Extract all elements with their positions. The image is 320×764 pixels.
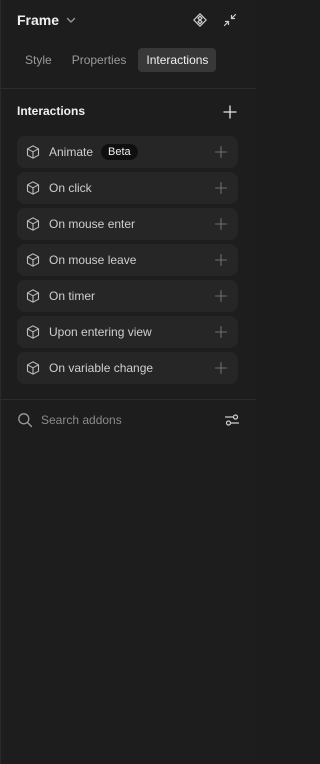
cube-icon [25, 324, 41, 340]
interaction-label: On click [49, 181, 92, 195]
collapse-icon[interactable] [220, 10, 240, 30]
interaction-label: On variable change [49, 361, 154, 375]
cube-icon [25, 180, 41, 196]
beta-badge: Beta [101, 144, 138, 160]
interaction-item-on-mouse-leave[interactable]: On mouse leave [17, 244, 238, 276]
filter-icon[interactable] [224, 412, 240, 428]
interaction-item-on-variable-change[interactable]: On variable change [17, 352, 238, 384]
divider [1, 88, 256, 89]
interaction-label: On timer [49, 289, 96, 303]
interaction-label: Animate [49, 145, 94, 159]
chevron-down-icon[interactable] [65, 14, 77, 26]
interaction-item-on-click[interactable]: On click [17, 172, 238, 204]
plus-icon[interactable] [214, 181, 228, 195]
section-title: Interactions [17, 104, 86, 118]
plus-icon[interactable] [214, 325, 228, 339]
interaction-item-on-mouse-enter[interactable]: On mouse enter [17, 208, 238, 240]
search-icon [17, 412, 33, 428]
panel-tabs: Style Properties Interactions [17, 48, 240, 72]
tab-interactions[interactable]: Interactions [138, 48, 217, 72]
interaction-label: Upon entering view [49, 325, 152, 339]
add-interaction-button[interactable] [220, 102, 240, 122]
interaction-item-upon-entering-view[interactable]: Upon entering view [17, 316, 238, 348]
interaction-label: On mouse enter [49, 217, 136, 231]
plus-icon[interactable] [214, 217, 228, 231]
cube-icon [25, 288, 41, 304]
search-bar [17, 408, 240, 432]
plus-icon[interactable] [214, 361, 228, 375]
component-icon[interactable] [190, 10, 210, 30]
frame-title[interactable]: Frame [17, 12, 59, 28]
interaction-item-on-timer[interactable]: On timer [17, 280, 238, 312]
cube-icon [25, 252, 41, 268]
panel-header: Frame [1, 0, 256, 40]
tab-style[interactable]: Style [17, 48, 60, 72]
search-input[interactable] [41, 413, 224, 427]
divider [1, 399, 256, 400]
cube-icon [25, 216, 41, 232]
interaction-list: Animate Beta On click On mouse enter On … [17, 136, 238, 388]
properties-panel: Frame Style Properties Interactions Inte… [0, 0, 256, 764]
plus-icon[interactable] [214, 253, 228, 267]
cube-icon [25, 360, 41, 376]
tab-properties[interactable]: Properties [64, 48, 135, 72]
interaction-label: On mouse leave [49, 253, 137, 267]
plus-icon[interactable] [214, 289, 228, 303]
plus-icon[interactable] [214, 145, 228, 159]
cube-icon [25, 144, 41, 160]
interaction-item-animate[interactable]: Animate Beta [17, 136, 238, 168]
